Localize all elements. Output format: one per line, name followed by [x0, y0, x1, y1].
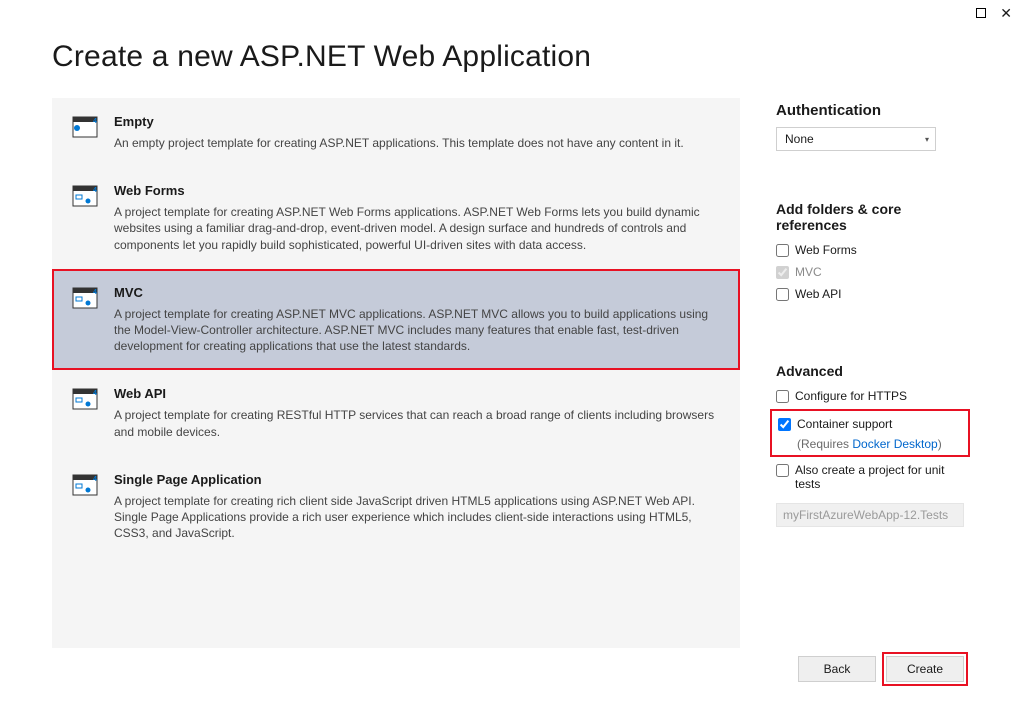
- authentication-selected: None: [785, 132, 814, 146]
- page-title: Create a new ASP.NET Web Application: [52, 40, 964, 74]
- advanced-heading: Advanced: [776, 363, 964, 379]
- svg-text:4: 4: [93, 390, 97, 397]
- template-desc: A project template for creating RESTful …: [114, 407, 720, 439]
- template-spa[interactable]: 4 Single Page Application A project temp…: [52, 456, 740, 558]
- checkbox-mvc: MVC: [776, 263, 964, 281]
- docker-desktop-link[interactable]: Docker Desktop: [852, 437, 937, 451]
- authentication-dropdown[interactable]: None ▾: [776, 127, 936, 151]
- template-icon: 4: [72, 285, 100, 355]
- template-empty[interactable]: 4 Empty An empty project template for cr…: [52, 98, 740, 167]
- template-webapi[interactable]: 4 Web API A project template for creatin…: [52, 370, 740, 455]
- template-desc: A project template for creating ASP.NET …: [114, 306, 720, 355]
- template-icon: 4: [72, 472, 100, 542]
- test-project-name-input: [776, 503, 964, 527]
- template-icon: 4: [72, 183, 100, 253]
- checkbox-webapi[interactable]: Web API: [776, 285, 964, 303]
- template-title: Single Page Application: [114, 472, 720, 487]
- template-webforms[interactable]: 4 Web Forms A project template for creat…: [52, 167, 740, 269]
- template-mvc[interactable]: 4 MVC A project template for creating AS…: [52, 269, 740, 371]
- template-icon: 4: [72, 114, 100, 151]
- checkbox-https[interactable]: Configure for HTTPS: [776, 387, 964, 405]
- template-title: MVC: [114, 285, 720, 300]
- create-button[interactable]: Create: [886, 656, 964, 682]
- maximize-icon[interactable]: [976, 8, 986, 18]
- template-desc: A project template for creating ASP.NET …: [114, 204, 720, 253]
- svg-text:4: 4: [93, 289, 97, 296]
- checkbox-container-support[interactable]: Container support: [778, 415, 962, 433]
- template-title: Web API: [114, 386, 720, 401]
- docker-requires-note: (Requires Docker Desktop): [797, 437, 962, 451]
- template-desc: A project template for creating rich cli…: [114, 493, 720, 542]
- template-title: Web Forms: [114, 183, 720, 198]
- svg-text:4: 4: [93, 187, 97, 194]
- template-icon: 4: [72, 386, 100, 439]
- container-support-highlight: Container support (Requires Docker Deskt…: [770, 409, 970, 457]
- template-title: Empty: [114, 114, 720, 129]
- back-button[interactable]: Back: [798, 656, 876, 682]
- template-desc: An empty project template for creating A…: [114, 135, 720, 151]
- checkbox-unit-tests[interactable]: Also create a project for unit tests: [776, 461, 964, 493]
- svg-text:4: 4: [93, 118, 97, 125]
- checkbox-webforms[interactable]: Web Forms: [776, 241, 964, 259]
- authentication-heading: Authentication: [776, 102, 964, 119]
- core-refs-heading: Add folders & core references: [776, 201, 964, 233]
- templates-list: 4 Empty An empty project template for cr…: [52, 98, 740, 648]
- svg-text:4: 4: [93, 476, 97, 483]
- chevron-down-icon: ▾: [925, 135, 929, 144]
- close-icon[interactable]: ✕: [1000, 8, 1012, 18]
